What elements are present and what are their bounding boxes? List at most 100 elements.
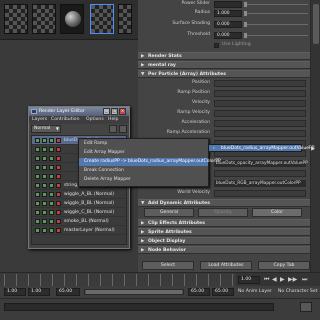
attr-field[interactable] xyxy=(214,1,242,8)
checkbox-icon[interactable] xyxy=(56,183,61,188)
checkbox-icon[interactable] xyxy=(42,156,47,161)
checkbox-icon[interactable] xyxy=(35,228,40,233)
play-icon[interactable]: ▶ xyxy=(280,276,285,283)
checkbox-icon[interactable] xyxy=(49,165,54,170)
checkbox-icon[interactable] xyxy=(214,43,219,48)
current-frame-field[interactable]: 1.00 xyxy=(238,276,260,284)
menu-item-edit-ramp[interactable]: Edit Ramp xyxy=(79,140,208,148)
anim-layer-label[interactable]: No Anim Layer xyxy=(238,289,272,294)
section-render-stats[interactable]: ▶ Render Stats xyxy=(138,52,310,60)
section-node-behavior[interactable]: ▶ Node Behavior xyxy=(138,246,310,254)
command-icon[interactable] xyxy=(300,302,312,312)
checkbox-icon[interactable] xyxy=(49,210,54,215)
window-close-icon[interactable]: × xyxy=(119,108,126,115)
checkbox-icon[interactable] xyxy=(42,138,47,143)
menu-options[interactable]: Options xyxy=(86,117,104,122)
attr-slot[interactable] xyxy=(214,110,306,117)
menu-item-break-connection[interactable]: Break Connection xyxy=(79,167,208,175)
menu-contribution[interactable]: Contribution xyxy=(51,117,80,122)
attr-slider[interactable] xyxy=(244,2,308,7)
checkbox-icon[interactable] xyxy=(49,201,54,206)
select-button[interactable]: Select xyxy=(142,261,194,270)
render-thumbnail-icon[interactable] xyxy=(32,4,56,34)
checkbox-icon[interactable] xyxy=(49,192,54,197)
attr-slot[interactable] xyxy=(214,130,306,137)
character-set-label[interactable]: No Character Set xyxy=(278,289,317,294)
checkbox-icon[interactable] xyxy=(35,156,40,161)
range-slider-thumb[interactable] xyxy=(86,290,182,294)
checkbox-icon[interactable] xyxy=(56,156,61,161)
checkbox-icon[interactable] xyxy=(42,201,47,206)
surface-shading-slider[interactable] xyxy=(244,22,308,27)
section-clip-effects[interactable]: ▶ Clip Effects Attributes xyxy=(138,219,310,227)
maximize-icon[interactable]: □ xyxy=(111,108,118,115)
menu-item-create-radiuspp[interactable]: Create radiusPP -> blueDots_radius_array… xyxy=(79,158,221,166)
checkbox-icon[interactable] xyxy=(42,183,47,188)
menu-item-delete-array-mapper[interactable]: Delete Array Mapper xyxy=(79,176,208,184)
rgb-mapper-field[interactable]: blueDots_RGB_arrayMapper.outColorPP xyxy=(214,180,306,187)
checkbox-icon[interactable] xyxy=(42,174,47,179)
layer-row[interactable]: smoke_BL (Normal) xyxy=(32,217,126,226)
attr-slot[interactable] xyxy=(214,100,306,107)
menu-help[interactable]: Help xyxy=(108,117,118,122)
checkbox-icon[interactable] xyxy=(35,210,40,215)
checkbox-icon[interactable] xyxy=(56,201,61,206)
checkbox-icon[interactable] xyxy=(49,183,54,188)
time-slider[interactable]: 1.00 ⏮ ◀ ▶ ▶▶ ⏭ xyxy=(0,272,320,287)
load-attributes-button[interactable]: Load Attributes xyxy=(200,261,252,270)
threshold-slider[interactable] xyxy=(244,33,308,38)
go-start-icon[interactable]: ⏮ xyxy=(264,276,269,284)
opacity-button[interactable]: Opacity xyxy=(198,208,248,217)
general-button[interactable]: General xyxy=(144,208,194,217)
attr-slot[interactable] xyxy=(214,190,306,197)
checkbox-icon[interactable] xyxy=(35,219,40,224)
blend-mode-dropdown[interactable]: Normal ▼ xyxy=(31,125,61,133)
window-titlebar[interactable]: Render Layer Editor _ □ × xyxy=(29,107,129,116)
checkbox-icon[interactable] xyxy=(42,147,47,152)
radius-field[interactable]: 1.000 xyxy=(214,10,242,17)
checkbox-icon[interactable] xyxy=(56,147,61,152)
range-start-field[interactable]: 1.00 xyxy=(28,288,50,296)
checkbox-icon[interactable] xyxy=(42,165,47,170)
checkbox-icon[interactable] xyxy=(56,192,61,197)
threshold-field[interactable]: 0.000 xyxy=(214,32,242,39)
menu-layers[interactable]: Layers xyxy=(32,117,47,122)
sphere-icon[interactable] xyxy=(60,4,84,34)
checkbox-icon[interactable] xyxy=(56,174,61,179)
surface-shading-field[interactable]: 0.000 xyxy=(214,21,242,28)
checkbox-icon[interactable] xyxy=(42,192,47,197)
new-layer-selected-icon[interactable] xyxy=(119,125,127,133)
new-layer-icon[interactable] xyxy=(109,125,117,133)
checkbox-icon[interactable] xyxy=(42,228,47,233)
layer-row[interactable]: wiggle_B_BL (Normal) xyxy=(32,199,126,208)
checkbox-icon[interactable] xyxy=(56,219,61,224)
go-end-icon[interactable]: ⏭ xyxy=(302,276,307,284)
color-button[interactable]: Color xyxy=(252,208,302,217)
range-end-field[interactable]: 65.00 xyxy=(56,288,80,296)
checkbox-icon[interactable] xyxy=(35,183,40,188)
section-add-dynamic[interactable]: ▼ Add Dynamic Attributes xyxy=(138,199,310,207)
submenu-item-outvaluepp[interactable]: blueDots_radius_arrayMapper.outValuePP xyxy=(209,145,314,153)
radius-slider[interactable] xyxy=(244,11,308,16)
section-per-particle[interactable]: ▼ Per Particle (Array) Attributes xyxy=(138,70,310,78)
attr-slot[interactable] xyxy=(214,80,306,87)
render-thumbnail-icon[interactable] xyxy=(118,4,132,34)
render-thumbnail-icon[interactable] xyxy=(4,4,28,34)
checkbox-icon[interactable] xyxy=(56,165,61,170)
checkbox-icon[interactable] xyxy=(49,156,54,161)
section-mental-ray[interactable]: ▶ mental ray xyxy=(138,61,310,69)
attribute-editor-scrollbar[interactable] xyxy=(310,0,320,272)
menu-item-edit-array-mapper[interactable]: Edit Array Mapper xyxy=(79,149,208,157)
checkbox-icon[interactable] xyxy=(35,201,40,206)
copy-tab-button[interactable]: Copy Tab xyxy=(258,261,310,270)
checkbox-icon[interactable] xyxy=(56,228,61,233)
anim-start-field[interactable]: 1.00 xyxy=(4,288,26,296)
opacity-mapper-field[interactable]: blueDots_opacity_arrayMapper.outValuePP xyxy=(214,160,308,167)
layer-row[interactable]: wiggle_C_BL (Normal) xyxy=(32,208,126,217)
command-line-input[interactable] xyxy=(4,303,274,311)
checkbox-icon[interactable] xyxy=(35,138,40,143)
layer-row[interactable]: masterLayer (Normal) xyxy=(32,226,126,235)
anim-end-field[interactable]: 65.00 xyxy=(188,288,210,296)
checkbox-icon[interactable] xyxy=(49,174,54,179)
checkbox-icon[interactable] xyxy=(35,174,40,179)
